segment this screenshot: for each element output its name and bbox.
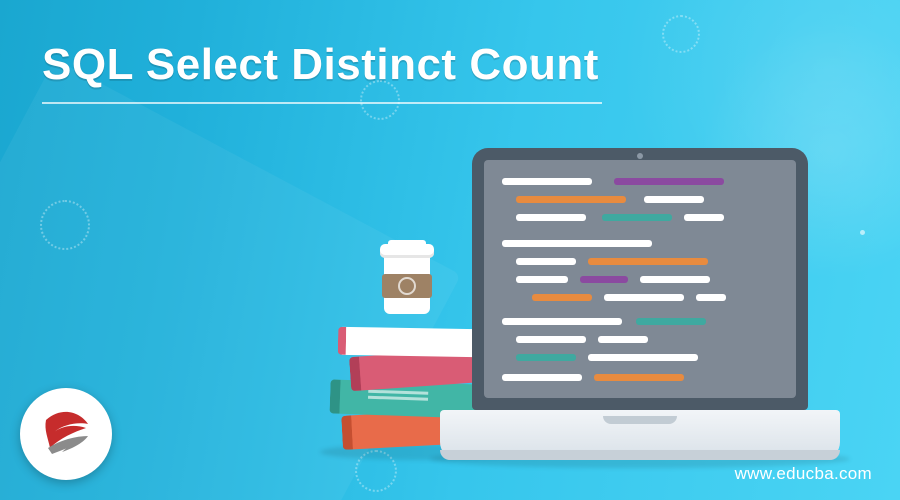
laptop-screen-frame [472, 148, 808, 410]
code-line [502, 318, 622, 325]
title-underline [42, 102, 602, 104]
webcam-icon [637, 153, 643, 159]
code-line [588, 258, 708, 265]
cup-sleeve [382, 274, 432, 298]
sql-server-logo-badge [20, 388, 112, 480]
code-line [516, 336, 586, 343]
cup-lid-top [388, 240, 426, 248]
code-line [602, 214, 672, 221]
dotted-ring-icon [40, 200, 90, 250]
code-line [532, 294, 592, 301]
code-line [502, 374, 582, 381]
laptop-keyboard [440, 410, 840, 460]
dotted-ring-icon [662, 15, 700, 53]
code-line [636, 318, 706, 325]
code-line [516, 354, 576, 361]
laptop-illustration [440, 148, 840, 460]
code-line [604, 294, 684, 301]
code-line [516, 214, 586, 221]
code-line [580, 276, 628, 283]
code-line [516, 196, 626, 203]
sql-server-icon [34, 402, 98, 466]
code-line [640, 276, 710, 283]
code-line [516, 258, 576, 265]
website-url: www.educba.com [735, 464, 872, 484]
code-line [696, 294, 726, 301]
page-title: SQL Select Distinct Count [42, 40, 599, 90]
code-line [588, 354, 698, 361]
code-line [502, 240, 652, 247]
code-line [684, 214, 724, 221]
code-line [598, 336, 648, 343]
code-line [502, 178, 592, 185]
code-line [516, 276, 568, 283]
coffee-cup-illustration [380, 240, 434, 322]
code-line [614, 178, 724, 185]
laptop-screen [484, 160, 796, 398]
code-line [594, 374, 684, 381]
hero-banner: SQL Select Distinct Count [0, 0, 900, 500]
code-line [644, 196, 704, 203]
sparkle-dot-icon [860, 230, 865, 235]
